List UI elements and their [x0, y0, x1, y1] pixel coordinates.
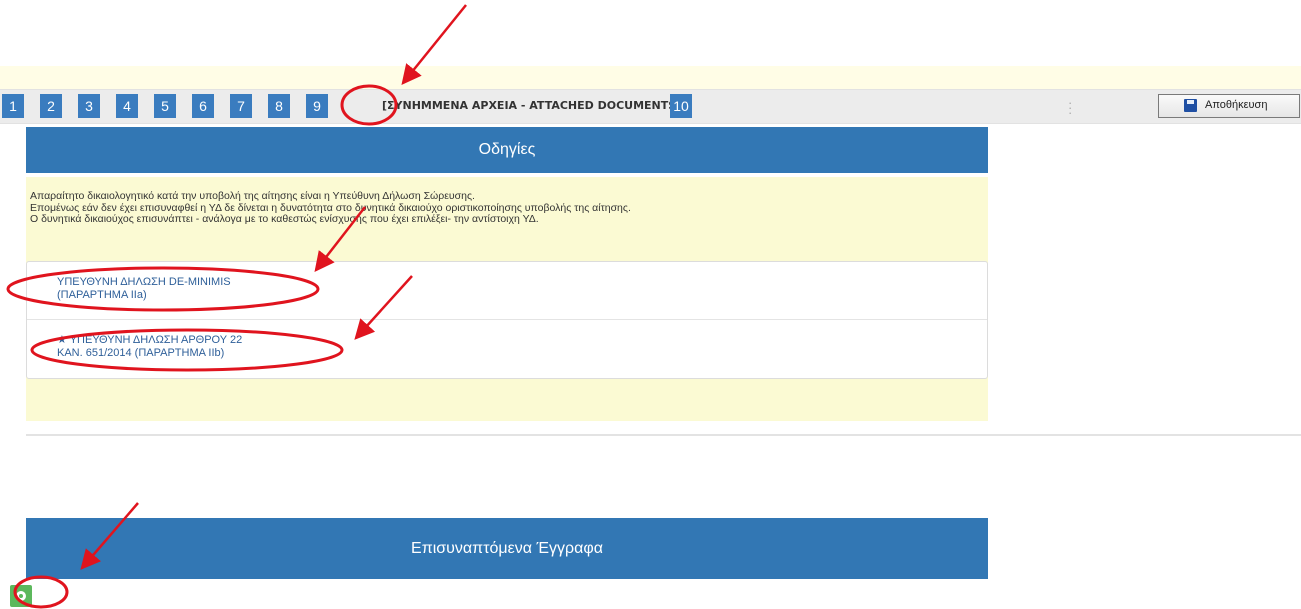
previous-section-strip: [0, 66, 1301, 89]
declaration-de-minimis-title: ΥΠΕΥΘΥΝΗ ΔΗΛΩΣΗ DE-MINIMIS: [57, 276, 231, 288]
step-tab-bar: 1 2 3 4 5 6 7 8 9 [ΣΥΝΗΜΜΕΝΑ ΑΡΧΕΙΑ - AT…: [0, 89, 1301, 124]
section-divider: [26, 434, 1301, 436]
instruction-line-3: Ο δυνητικά δικαιούχος επισυνάπτει - ανάλ…: [30, 213, 539, 225]
floppy-disk-icon: [1184, 99, 1197, 112]
tab-8[interactable]: 8: [268, 94, 290, 118]
save-button-label: Αποθήκευση: [1205, 99, 1268, 111]
toolbar-separator: · · ·: [1068, 95, 1073, 120]
tab-1[interactable]: 1: [2, 94, 24, 118]
tab-7[interactable]: 7: [230, 94, 252, 118]
add-attachment-button[interactable]: [10, 585, 32, 607]
instructions-title: Οδηγίες: [478, 141, 536, 158]
tab-2[interactable]: 2: [40, 94, 62, 118]
instruction-line-2: Επομένως εάν δεν έχει επισυναφθεί η ΥΔ δ…: [30, 201, 631, 214]
instruction-line-1: Απαραίτητο δικαιολογητικό κατά την υποβο…: [30, 190, 475, 202]
declaration-list: ΥΠΕΥΘΥΝΗ ΔΗΛΩΣΗ DE-MINIMIS (ΠΑΡΑΡΤΗΜΑ II…: [26, 261, 988, 379]
tab-10[interactable]: 10: [670, 94, 692, 118]
tab-6[interactable]: 6: [192, 94, 214, 118]
tab-4[interactable]: 4: [116, 94, 138, 118]
tab-9-current[interactable]: 9: [306, 94, 328, 118]
declaration-de-minimis[interactable]: ΥΠΕΥΘΥΝΗ ΔΗΛΩΣΗ DE-MINIMIS (ΠΑΡΑΡΤΗΜΑ II…: [27, 262, 987, 320]
tab-3[interactable]: 3: [78, 94, 100, 118]
instructions-text: Απαραίτητο δικαιολογητικό κατά την υποβο…: [30, 190, 631, 226]
declaration-article-22[interactable]: ★ ΥΠΕΥΘΥΝΗ ΔΗΛΩΣΗ ΑΡΘΡΟΥ 22 ΚΑΝ. 651/201…: [27, 320, 987, 377]
current-tab-label: [ΣΥΝΗΜΜΕΝΑ ΑΡΧΕΙΑ - ATTACHED DOCUMENTS]: [382, 99, 682, 112]
declaration-de-minimis-annex: (ΠΑΡΑΡΤΗΜΑ IIa): [57, 289, 147, 301]
attachments-title: Επισυναπτόμενα Έγγραφα: [411, 540, 603, 557]
declaration-article-22-title: ★ ΥΠΕΥΘΥΝΗ ΔΗΛΩΣΗ ΑΡΘΡΟΥ 22: [57, 334, 243, 346]
attachments-header: Επισυναπτόμενα Έγγραφα: [26, 518, 988, 579]
instructions-header: Οδηγίες: [26, 127, 988, 173]
declaration-article-22-annex: ΚΑΝ. 651/2014 (ΠΑΡΑΡΤΗΜΑ IIb): [57, 347, 225, 359]
save-button[interactable]: Αποθήκευση: [1158, 94, 1300, 118]
tab-5[interactable]: 5: [154, 94, 176, 118]
